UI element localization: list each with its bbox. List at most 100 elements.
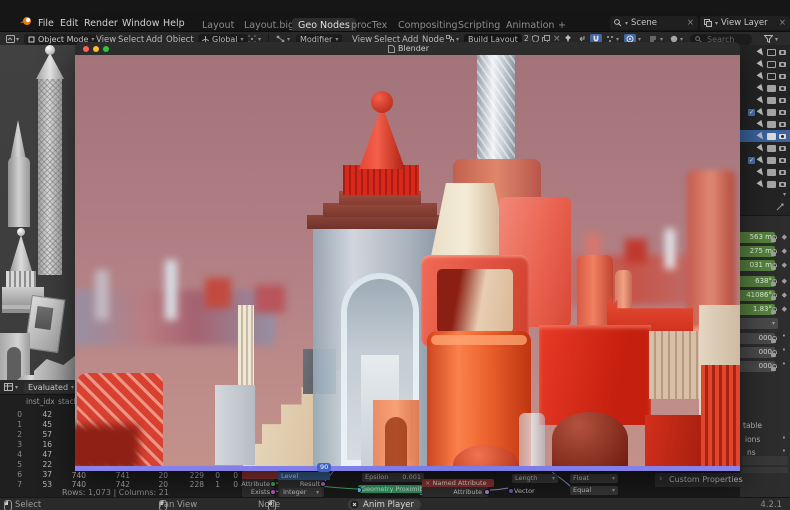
keyframe-dot-icon[interactable]: • — [782, 332, 786, 340]
spreadsheet-icon[interactable] — [4, 383, 13, 391]
level-node-header[interactable]: Level — [278, 472, 330, 480]
outliner-row[interactable]: ✓ — [740, 154, 790, 166]
attribute-node-header[interactable] — [242, 471, 280, 479]
hide-viewport-icon[interactable] — [767, 49, 776, 56]
hide-viewport-icon[interactable] — [767, 121, 776, 128]
dataset-dropdown[interactable]: Evaluated ▾ — [24, 382, 78, 393]
hide-viewport-icon[interactable] — [767, 157, 776, 164]
disable-render-icon[interactable] — [779, 146, 786, 151]
keyframe-dot-icon[interactable]: • — [782, 447, 786, 455]
remove-view-layer-icon[interactable]: × — [779, 18, 786, 28]
socket-out[interactable] — [320, 481, 326, 487]
selectable-icon[interactable] — [757, 95, 766, 104]
socket-out[interactable] — [270, 489, 276, 495]
render-window[interactable]: Blender — [75, 42, 740, 471]
cell[interactable]: 16 — [28, 440, 52, 449]
cell[interactable]: 45 — [28, 420, 52, 429]
disable-render-icon[interactable] — [779, 122, 786, 127]
disable-render-icon[interactable] — [779, 170, 786, 175]
disable-render-icon[interactable] — [779, 158, 786, 163]
unlink-scene-icon[interactable]: × — [687, 18, 694, 28]
render-image[interactable] — [75, 55, 740, 466]
chevron-down-icon[interactable]: ▾ — [783, 191, 786, 198]
outliner-row[interactable]: ✓ — [740, 106, 790, 118]
keyframe-icon[interactable]: ◆ — [782, 277, 787, 285]
proximity-epsilon-field[interactable]: Epsilon 0.001 — [362, 473, 424, 482]
hide-viewport-icon[interactable] — [767, 109, 776, 116]
disable-render-icon[interactable] — [779, 86, 786, 91]
vector-math-operation-dropdown[interactable]: Length▾ — [512, 474, 558, 483]
close-window-button[interactable] — [83, 46, 89, 52]
cell[interactable]: 22 — [28, 460, 52, 469]
anim-player-chip[interactable]: Anim Player — [348, 499, 421, 510]
keyframe-dot-icon[interactable]: • — [782, 346, 786, 354]
keyframe-dot-icon[interactable]: • — [782, 434, 786, 442]
lock-icon[interactable] — [771, 249, 776, 259]
editor-type-3dview-icon[interactable] — [6, 35, 15, 43]
named-attribute-node-body[interactable]: Attribute — [422, 487, 488, 497]
selectable-icon[interactable] — [757, 155, 766, 164]
hide-viewport-icon[interactable] — [767, 169, 776, 176]
keyframe-icon[interactable]: ◆ — [782, 291, 787, 299]
selectable-icon[interactable] — [757, 167, 766, 176]
outliner-row[interactable] — [740, 166, 790, 178]
outliner-row[interactable] — [740, 142, 790, 154]
lock-icon[interactable] — [771, 364, 776, 374]
outliner-row-selected[interactable] — [740, 130, 790, 142]
socket-out[interactable] — [484, 489, 490, 495]
render-progress-bar[interactable]: 90 — [75, 466, 740, 471]
compare-operation-dropdown[interactable]: Equal▾ — [570, 486, 618, 495]
level-node-body[interactable]: Result Integer▾ — [278, 480, 324, 497]
cell[interactable]: 47 — [28, 450, 52, 459]
keyframe-icon[interactable]: ◆ — [782, 261, 787, 269]
keyframe-icon[interactable]: ◆ — [782, 305, 787, 313]
selectable-icon[interactable] — [757, 83, 766, 92]
menu-edit[interactable]: Edit — [60, 18, 78, 29]
view-layer-selector[interactable]: ▾ View Layer × — [700, 16, 790, 30]
properties-editor[interactable]: 563 m ◆ 275 m ◆ 031 m ◆ 638° ◆ 41086° ◆ … — [740, 215, 790, 498]
lock-icon[interactable] — [771, 279, 776, 289]
hide-viewport-icon[interactable] — [767, 145, 776, 152]
hide-viewport-icon[interactable] — [767, 133, 776, 140]
disable-render-icon[interactable] — [779, 74, 786, 79]
menu-window[interactable]: Window — [122, 18, 159, 29]
selectable-icon[interactable] — [757, 119, 766, 128]
socket-in[interactable] — [508, 488, 514, 494]
selectable-icon[interactable] — [757, 47, 766, 56]
menu-file[interactable]: File — [38, 18, 54, 29]
menu-render[interactable]: Render — [84, 18, 118, 29]
vector-math-node-body[interactable]: Vector — [512, 486, 552, 497]
lock-icon[interactable] — [771, 263, 776, 273]
render-window-titlebar[interactable]: Blender — [75, 42, 740, 56]
geometry-proximity-node-header[interactable]: Geometry Proximity — [358, 485, 426, 493]
socket-out[interactable] — [270, 481, 276, 487]
lock-icon[interactable] — [771, 336, 776, 346]
outliner-row[interactable] — [740, 82, 790, 94]
outliner-row[interactable] — [740, 58, 790, 70]
hide-viewport-icon[interactable] — [767, 61, 776, 68]
keyframe-dot-icon[interactable]: • — [782, 360, 786, 368]
outliner-row[interactable] — [740, 178, 790, 190]
minimize-window-button[interactable] — [93, 46, 99, 52]
outliner[interactable]: ✓ ✓ ▾ — [740, 45, 790, 215]
custom-properties-panel[interactable]: › Custom Properties — [655, 473, 790, 487]
compare-type-dropdown[interactable]: Float▾ — [570, 474, 618, 483]
outliner-row[interactable] — [740, 94, 790, 106]
column-header-inst-idx[interactable]: inst_idx — [26, 397, 55, 406]
disable-render-icon[interactable] — [779, 62, 786, 67]
outliner-row[interactable] — [740, 118, 790, 130]
selectable-icon[interactable] — [757, 179, 766, 188]
keyframe-icon[interactable]: ◆ — [782, 233, 787, 241]
filter-funnel-icon[interactable] — [764, 35, 773, 43]
selectable-icon[interactable] — [757, 143, 766, 152]
collapsed-panel[interactable] — [742, 456, 788, 465]
selectable-icon[interactable] — [757, 131, 766, 140]
filter-tool-icon[interactable] — [776, 203, 784, 211]
collection-checkbox[interactable]: ✓ — [748, 109, 755, 116]
cell[interactable]: 57 — [28, 430, 52, 439]
zoom-window-button[interactable] — [103, 46, 109, 52]
blender-logo-icon[interactable] — [20, 16, 32, 26]
lock-icon[interactable] — [771, 293, 776, 303]
disable-render-icon[interactable] — [779, 110, 786, 115]
disable-render-icon[interactable] — [779, 98, 786, 103]
